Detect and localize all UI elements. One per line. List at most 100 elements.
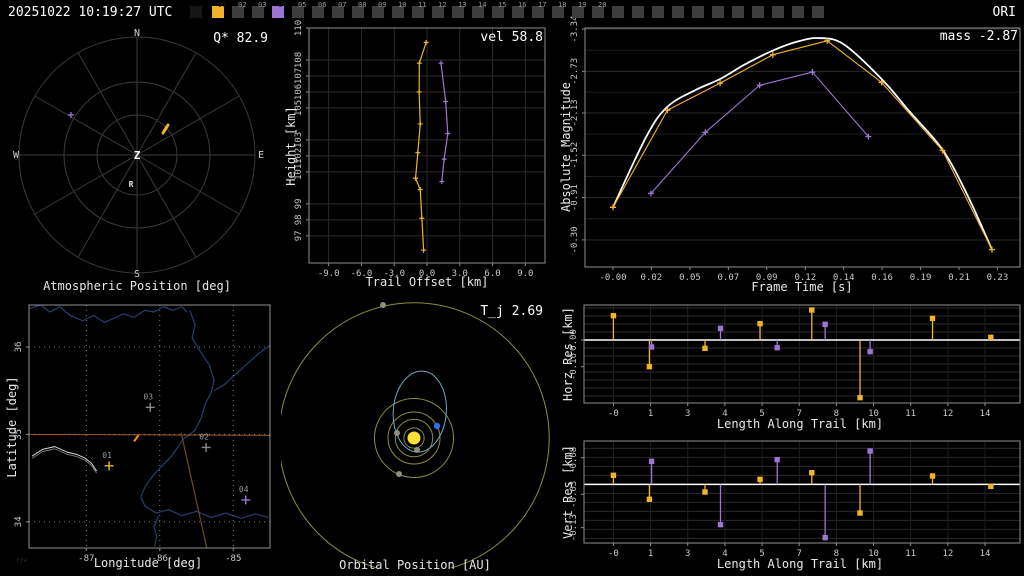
- trail-axis-title: Trail Offset [km]: [366, 275, 489, 289]
- residual-point: [757, 477, 762, 482]
- residual-point: [930, 473, 935, 478]
- svg-text:-9.0: -9.0: [318, 269, 340, 279]
- station-square-03[interactable]: 03: [252, 6, 264, 18]
- residual-point: [702, 489, 707, 494]
- velocity-annotation: vel 58.8: [480, 30, 543, 45]
- station-square-blank: [190, 6, 202, 18]
- svg-text:Z: Z: [134, 149, 141, 162]
- svg-text:0.19: 0.19: [910, 273, 932, 283]
- station-square-02[interactable]: 02: [232, 6, 244, 18]
- residual-point: [757, 321, 762, 326]
- meteoroid-orbit: [390, 369, 449, 454]
- residual-point: [930, 316, 935, 321]
- residual-point: [867, 448, 872, 453]
- residual-point: [867, 349, 872, 354]
- map-station-03: 03: [143, 392, 154, 412]
- station-square-14[interactable]: 14: [472, 6, 484, 18]
- height-plot: -9.0-6.0-3.00.03.06.09.09798991011021031…: [294, 20, 545, 279]
- station-square-extra: [692, 6, 704, 18]
- vertres-axis-title: Vert Res [km]: [561, 445, 575, 539]
- earth-dot: [434, 423, 440, 429]
- length-axis-title-2: Length Along Trail [km]: [717, 557, 883, 571]
- svg-text:N: N: [134, 28, 140, 39]
- station-square-10[interactable]: 10: [392, 6, 404, 18]
- station-strip: 01 02 03 04 05 06 07 08 09 10 11 12 13 14 15 16 17 18 19 20: [0, 0, 1024, 24]
- station-square-extra: [752, 6, 764, 18]
- magnitude-plot: -0.000.020.050.070.090.120.140.160.190.2…: [570, 15, 1020, 283]
- residual-point: [647, 497, 652, 502]
- svg-text:03: 03: [143, 392, 153, 401]
- station-square-extra: [732, 6, 744, 18]
- svg-text:-85: -85: [225, 554, 241, 564]
- ground-track-line: [29, 434, 270, 435]
- residual-point: [718, 326, 723, 331]
- station-square-extra: [672, 6, 684, 18]
- svg-text:0.16: 0.16: [871, 273, 893, 283]
- svg-text:14: 14: [980, 409, 991, 419]
- residual-point: [857, 395, 862, 400]
- station-square-label: 01: [218, 1, 226, 9]
- residual-point: [988, 335, 993, 340]
- station-square-17[interactable]: 17: [532, 6, 544, 18]
- station-square-11[interactable]: 11: [412, 6, 424, 18]
- residual-point: [702, 346, 707, 351]
- station-square-16[interactable]: 16: [512, 6, 524, 18]
- svg-text:-0: -0: [608, 409, 619, 419]
- svg-text:3: 3: [685, 409, 690, 419]
- horzres-axis-title: Horz Res [km]: [561, 307, 575, 401]
- longitude-axis-title: Longitude [deg]: [94, 556, 202, 570]
- station-square-09[interactable]: 09: [372, 6, 384, 18]
- svg-text:36: 36: [14, 342, 24, 353]
- station-square-label: 15: [498, 1, 506, 9]
- svg-text:108: 108: [294, 52, 304, 68]
- svg-text:01: 01: [102, 451, 112, 460]
- svg-text:-0.00: -0.00: [599, 273, 626, 283]
- station-square-07[interactable]: 07: [332, 6, 344, 18]
- residual-point: [649, 344, 654, 349]
- station-square-06[interactable]: 06: [312, 6, 324, 18]
- station-square-13[interactable]: 13: [452, 6, 464, 18]
- orbit-plot: [279, 302, 549, 573]
- station-square-04[interactable]: 04: [272, 6, 284, 18]
- latitude-axis-title: Latitude [deg]: [5, 376, 19, 477]
- svg-text:106: 106: [294, 84, 304, 100]
- svg-text:-0.30: -0.30: [570, 226, 580, 253]
- svg-text:1: 1: [648, 549, 653, 559]
- station-square-08[interactable]: 08: [352, 6, 364, 18]
- station-square-19[interactable]: 19: [572, 6, 584, 18]
- station-square-15[interactable]: 15: [492, 6, 504, 18]
- svg-text:02: 02: [199, 432, 209, 441]
- sun-dot: [408, 432, 421, 445]
- map-station-04: 04: [239, 485, 250, 505]
- station-square-extra: [652, 6, 664, 18]
- q-value-annotation: Q* 82.9: [213, 31, 268, 46]
- svg-text:0.05: 0.05: [679, 273, 701, 283]
- station-square-extra: [632, 6, 644, 18]
- mass-annotation: mass -2.87: [940, 29, 1018, 44]
- shower-code-badge: ORI: [993, 5, 1016, 20]
- station-square-01[interactable]: 01: [212, 6, 224, 18]
- meteor-track: [163, 125, 168, 133]
- tisserand-annotation: T_j 2.69: [480, 304, 543, 319]
- station-square-18[interactable]: 18: [552, 6, 564, 18]
- station-square-20[interactable]: 20: [592, 6, 604, 18]
- map-station-02: 02: [199, 432, 210, 452]
- orbit-caption: Orbital Position [AU]: [339, 558, 491, 572]
- station-square-extra: [712, 6, 724, 18]
- svg-text:9.0: 9.0: [517, 269, 533, 279]
- map-station-01: 01: [102, 451, 113, 471]
- station-square-label: 13: [458, 1, 466, 9]
- station-square-12[interactable]: 12: [432, 6, 444, 18]
- station-square-05[interactable]: 05: [292, 6, 304, 18]
- ground-map: 01020304-87-86-85343536: [14, 305, 270, 564]
- residual-point: [809, 470, 814, 475]
- map-features: 01 02 03 04: [29, 305, 270, 548]
- polar-plot: NESWZR: [13, 28, 264, 280]
- meteor-ground-segment: [134, 435, 138, 441]
- svg-text:99: 99: [294, 198, 304, 209]
- svg-text:12: 12: [942, 409, 953, 419]
- residual-point: [775, 457, 780, 462]
- station-square-label: 02: [238, 1, 246, 9]
- station-square-extra: [612, 6, 624, 18]
- station-square-label: 03: [258, 1, 266, 9]
